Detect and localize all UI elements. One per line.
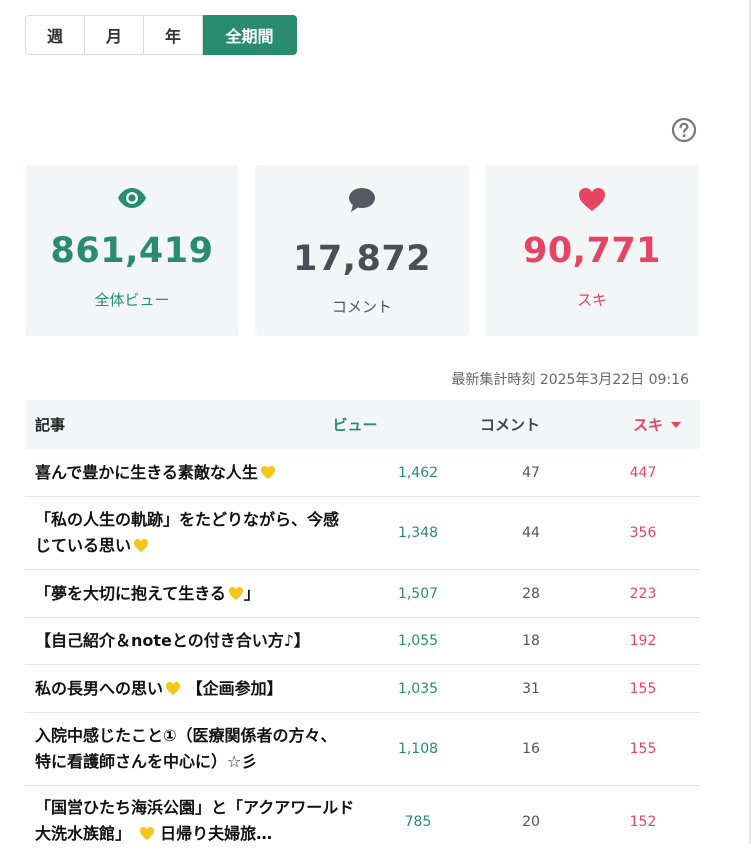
tab-month[interactable]: 月 [85, 15, 144, 55]
row-views: 1,035 [397, 680, 439, 697]
total-comments-value: 17,872 [292, 239, 432, 279]
row-views: 1,055 [397, 633, 439, 649]
row-likes: 223 [629, 585, 657, 602]
article-title[interactable]: 喜んで豊かに生きる素敵な人生 [35, 449, 355, 496]
row-likes: 192 [629, 633, 657, 649]
tab-week[interactable]: 週 [25, 15, 85, 55]
row-comments: 44 [522, 525, 540, 541]
total-comments-label: コメント [331, 298, 392, 316]
yellow-heart-icon [228, 586, 243, 600]
article-title[interactable]: 「国営ひたち海浜公園」と「アクアワールド大洗水族館」 日帰り夫婦旅… [35, 786, 355, 858]
column-header-article: 記事 [35, 416, 66, 434]
last-updated-timestamp: 最新集計時刻 2025年3月22日 09:16 [451, 372, 689, 388]
table-row[interactable]: 「私の人生の軌跡」をたどりながら、今感じている思い 1,348 44 356 [25, 497, 700, 570]
tab-year[interactable]: 年 [144, 15, 203, 55]
article-title[interactable]: 【自己紹介＆noteとの付き合い方♪】 [35, 618, 355, 664]
sort-descending-icon [671, 421, 681, 428]
article-title-text: 「夢を大切に抱えて生きる [35, 583, 226, 603]
stat-card-comments: 17,872 コメント [255, 165, 469, 336]
row-comments: 16 [522, 741, 540, 757]
row-likes: 356 [629, 525, 657, 541]
column-header-likes[interactable]: スキ [592, 400, 722, 449]
row-views: 1,348 [397, 525, 439, 541]
column-header-views[interactable]: ビュー [285, 400, 425, 449]
table-row[interactable]: 「夢を大切に抱えて生きる」 1,507 28 223 [25, 570, 700, 618]
yellow-heart-icon [166, 681, 181, 695]
row-views: 1,507 [397, 585, 439, 602]
row-comments: 20 [522, 814, 540, 830]
table-row[interactable]: 入院中感じたこと①（医療関係者の方々、特に看護師さんを中心に）☆彡 1,108 … [25, 713, 700, 786]
column-header-comments[interactable]: コメント [445, 400, 575, 449]
article-title-text: 私の長男への思い [35, 678, 164, 698]
row-comments: 18 [522, 633, 540, 649]
article-title-text: 喜んで豊かに生きる素敵な人生 [35, 462, 258, 482]
table-row[interactable]: 私の長男への思い 【企画参加】 1,035 31 155 [25, 665, 700, 713]
row-views: 1,108 [397, 741, 439, 757]
total-likes-value: 90,771 [522, 231, 662, 271]
total-likes-label: スキ [576, 291, 607, 309]
row-likes: 155 [629, 741, 657, 757]
yellow-heart-icon [139, 827, 154, 840]
stat-card-views: 861,419 全体ビュー [25, 165, 239, 336]
help-icon[interactable] [671, 117, 697, 143]
table-header: 記事 ビュー コメント スキ [25, 400, 700, 449]
article-title[interactable]: 入院中感じたこと①（医療関係者の方々、特に看護師さんを中心に）☆彡 [35, 713, 345, 785]
article-title-suffix: 」 [243, 583, 260, 603]
heart-icon [579, 188, 605, 211]
tab-all-time[interactable]: 全期間 [203, 15, 297, 55]
table-row[interactable]: 【自己紹介＆noteとの付き合い方♪】 1,055 18 192 [25, 618, 700, 665]
article-title-text: 【自己紹介＆noteとの付き合い方♪】 [35, 631, 310, 650]
article-title-text: 入院中感じたこと①（医療関係者の方々、特に看護師さんを中心に）☆彡 [35, 726, 337, 771]
row-comments: 28 [522, 585, 540, 602]
row-likes: 152 [629, 814, 657, 830]
speech-bubble-icon [349, 188, 375, 212]
total-views-label: 全体ビュー [94, 291, 170, 309]
total-views-value: 861,419 [50, 231, 214, 271]
row-likes: 155 [629, 680, 657, 697]
row-views: 785 [404, 814, 432, 830]
table-row[interactable]: 「国営ひたち海浜公園」と「アクアワールド大洗水族館」 日帰り夫婦旅… 785 2… [25, 786, 700, 858]
article-title[interactable]: 「夢を大切に抱えて生きる」 [35, 570, 355, 617]
article-title-suffix: 【企画参加】 [186, 678, 283, 698]
stat-card-likes: 90,771 スキ [485, 165, 699, 336]
row-likes: 447 [629, 464, 657, 481]
row-comments: 31 [522, 680, 540, 697]
column-header-likes-label: スキ [632, 416, 663, 434]
yellow-heart-icon [260, 465, 275, 479]
table-row[interactable]: 喜んで豊かに生きる素敵な人生 1,462 47 447 [25, 449, 700, 497]
article-title-suffix: 日帰り夫婦旅… [160, 824, 273, 843]
article-title-text: 「私の人生の軌跡」をたどりながら、今感じている思い [35, 510, 340, 555]
row-views: 1,462 [397, 464, 439, 481]
period-tabs: 週 月 年 全期間 [25, 15, 297, 55]
article-title[interactable]: 「私の人生の軌跡」をたどりながら、今感じている思い [35, 497, 340, 569]
yellow-heart-icon [134, 539, 149, 552]
article-title[interactable]: 私の長男への思い 【企画参加】 [35, 665, 355, 712]
row-comments: 47 [522, 464, 540, 481]
eye-icon [118, 188, 146, 208]
